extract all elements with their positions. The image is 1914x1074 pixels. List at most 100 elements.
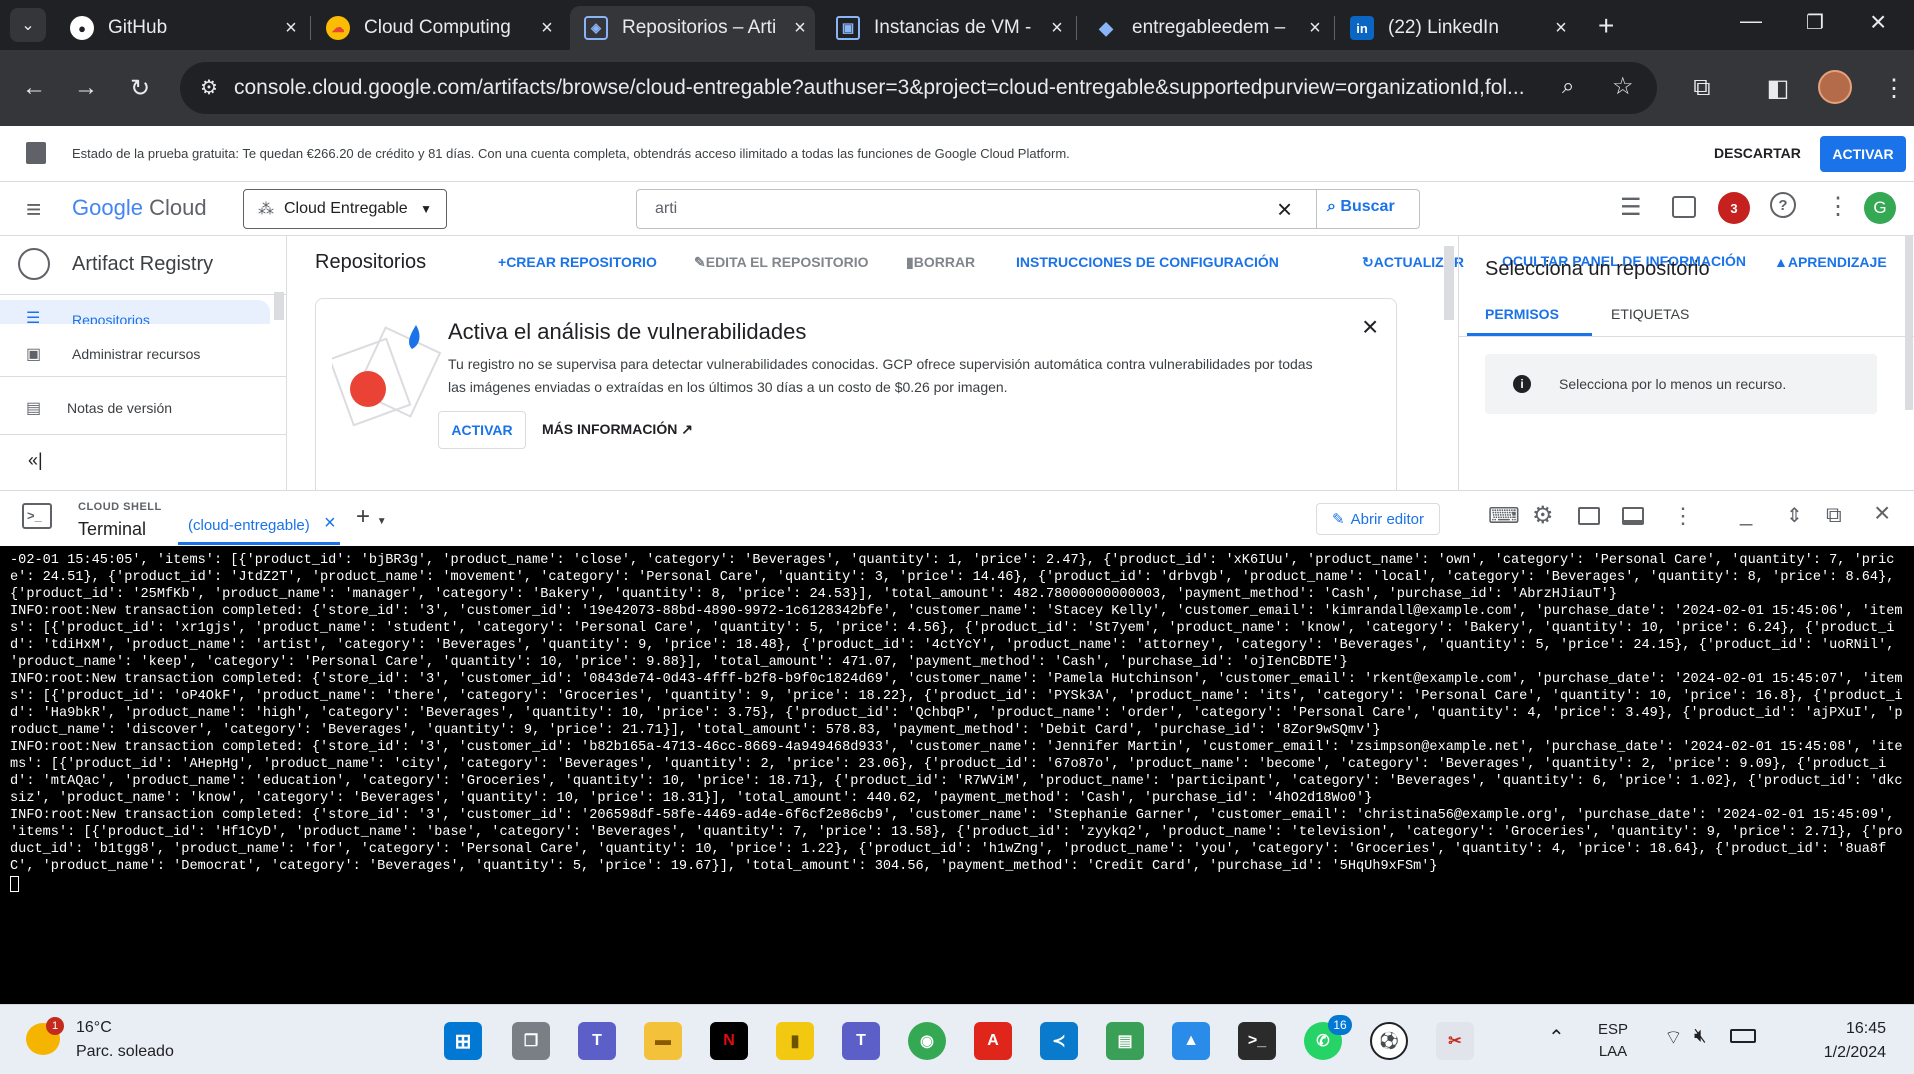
github-icon: ● (70, 16, 94, 40)
show-hidden-icons[interactable]: ⌃ (1548, 1025, 1565, 1050)
notifications-badge[interactable]: 3 (1718, 192, 1750, 224)
close-tab-icon[interactable]: × (1546, 17, 1576, 40)
search-box[interactable]: arti × ⌕ Buscar (636, 189, 1420, 229)
activate-account-button[interactable]: ACTIVAR (1820, 136, 1906, 172)
task-view-icon[interactable]: ❐ (512, 1022, 550, 1060)
sidebar-item-administrar-recursos[interactable]: ▣ Administrar recursos (0, 338, 287, 368)
side-panel-icon[interactable]: ◧ (1758, 68, 1798, 108)
browser-tab-linkedin[interactable]: in (22) LinkedIn × (1336, 6, 1576, 50)
snipping-tool-icon[interactable]: ✂ (1436, 1022, 1474, 1060)
restore-window-icon[interactable]: ❐ (1806, 10, 1824, 35)
nav-scrollbar[interactable] (274, 292, 284, 320)
address-bar[interactable]: ⚙ console.cloud.google.com/artifacts/bro… (180, 62, 1657, 114)
file-explorer-icon[interactable]: ▬ (644, 1022, 682, 1060)
activate-scanning-button[interactable]: ACTIVAR (438, 411, 526, 449)
soccer-app-icon[interactable]: ⚽ (1370, 1022, 1408, 1060)
layout-icon[interactable] (1622, 507, 1644, 525)
chrome-menu-icon[interactable]: ⋮ (1874, 68, 1914, 108)
input-language[interactable]: ESP LAA (1598, 1019, 1628, 1063)
close-tab-icon[interactable]: × (1300, 17, 1330, 40)
web-preview-icon[interactable] (1578, 507, 1600, 525)
info-icon: i (1513, 375, 1531, 393)
tab-permisos[interactable]: PERMISOS (1485, 306, 1559, 322)
browser-tab-entregableedem[interactable]: ◆ entregableedem – × (1080, 6, 1330, 50)
browser-tab-vm-instances[interactable]: ▣ Instancias de VM - × (822, 6, 1072, 50)
browser-tab-cloud-computing[interactable]: ☁ Cloud Computing × (312, 6, 562, 50)
maximize-shell-icon[interactable]: ⇕ (1786, 503, 1803, 528)
teams-chat-icon[interactable]: T (578, 1022, 616, 1060)
zoom-icon[interactable]: ⌕ (1562, 73, 1574, 99)
new-tab-icon[interactable]: + (1598, 10, 1614, 42)
close-shell-icon[interactable]: × (1874, 497, 1890, 529)
bookmark-star-icon[interactable]: ☆ (1612, 72, 1634, 101)
keyboard-icon[interactable]: ⌨ (1488, 503, 1520, 529)
search-input[interactable]: arti (655, 200, 677, 218)
terminal-tab[interactable]: (cloud-entregable) × (178, 509, 340, 545)
notes-icon[interactable]: ☰ (1620, 193, 1642, 222)
project-selector[interactable]: ⁂ Cloud Entregable ▼ (243, 189, 447, 229)
close-tab-icon[interactable]: × (785, 17, 815, 40)
help-icon[interactable]: ? (1770, 192, 1796, 218)
chrome-icon[interactable]: ◉ (908, 1022, 946, 1060)
terminal-app-icon[interactable]: >_ (1238, 1022, 1276, 1060)
clock[interactable]: 16:45 1/2/2024 (1776, 1017, 1886, 1065)
collapse-nav-icon[interactable]: «| (28, 450, 43, 471)
cloud-shell-icon[interactable] (1672, 196, 1696, 218)
delete-button[interactable]: ▮BORRAR (906, 254, 975, 271)
open-new-window-icon[interactable]: ⧉ (1826, 502, 1842, 528)
tab-search-button[interactable]: ⌄ (10, 8, 46, 42)
wifi-icon[interactable]: ⌔ (1664, 1025, 1683, 1050)
weather-desc: Parc. soleado (76, 1043, 174, 1060)
content-scrollbar[interactable] (1444, 246, 1454, 320)
close-window-icon[interactable]: × (1870, 6, 1886, 38)
sidebar-item-notas-de-version[interactable]: ▤ Notas de versión (0, 392, 287, 422)
terminal-output[interactable]: -02-01 15:45:05', 'items': [{'product_id… (0, 546, 1914, 1004)
site-info-icon[interactable]: ⚙ (200, 75, 218, 100)
account-avatar[interactable]: G (1864, 192, 1896, 224)
spreadsheet-app-icon[interactable]: ▤ (1106, 1022, 1144, 1060)
main-menu-icon[interactable]: ≡ (26, 194, 41, 225)
search-button[interactable]: ⌕ Buscar (1327, 198, 1395, 216)
google-cloud-logo[interactable]: Google Cloud (72, 195, 207, 221)
browser-tab-github[interactable]: ● GitHub × (56, 6, 306, 50)
dismiss-trial-button[interactable]: DESCARTAR (1714, 145, 1801, 161)
close-terminal-tab-icon[interactable]: × (324, 512, 336, 535)
browser-tab-artifact-registry[interactable]: ◈ Repositorios – Arti × (570, 6, 815, 50)
trash-icon: ▮ (906, 254, 914, 270)
close-tab-icon[interactable]: × (532, 17, 562, 40)
netflix-icon[interactable]: N (710, 1022, 748, 1060)
reload-icon[interactable]: ↻ (120, 68, 160, 108)
info-panel-scrollbar[interactable] (1905, 236, 1913, 410)
weather-widget[interactable]: 1 16°C Parc. soleado (26, 1017, 216, 1065)
extensions-icon[interactable]: ⧉ (1682, 68, 1722, 108)
profile-avatar[interactable] (1818, 70, 1852, 104)
battery-icon[interactable] (1730, 1029, 1756, 1043)
minimize-window-icon[interactable]: — (1740, 8, 1762, 34)
minimize-shell-icon[interactable]: _ (1740, 501, 1752, 527)
close-tab-icon[interactable]: × (276, 17, 306, 40)
sidebar-item-repositorios[interactable]: ☰ Repositorios (0, 300, 270, 324)
edit-repository-button[interactable]: ✎EDITA EL REPOSITORIO (694, 254, 869, 271)
teams-icon[interactable]: T (842, 1022, 880, 1060)
create-repository-button[interactable]: +CREAR REPOSITORIO (498, 254, 657, 270)
acrobat-icon[interactable]: A (974, 1022, 1012, 1060)
more-options-icon[interactable]: ⋮ (1826, 192, 1850, 221)
back-icon[interactable]: ← (14, 68, 54, 108)
forward-icon[interactable]: → (66, 68, 106, 108)
volume-muted-icon[interactable]: 🔇︎ (1694, 1025, 1707, 1048)
photos-icon[interactable]: ▲ (1172, 1022, 1210, 1060)
shell-more-icon[interactable]: ⋮ (1672, 503, 1694, 529)
add-terminal-tab-icon[interactable]: + ▼ (356, 503, 387, 531)
url-text: console.cloud.google.com/artifacts/brows… (234, 76, 1525, 99)
power-bi-icon[interactable]: ▮ (776, 1022, 814, 1060)
close-tab-icon[interactable]: × (1042, 17, 1072, 40)
open-editor-button[interactable]: ✎ Abrir editor (1316, 503, 1440, 535)
more-info-link[interactable]: MÁS INFORMACIÓN ↗ (542, 421, 693, 438)
settings-icon[interactable]: ⚙ (1532, 501, 1554, 530)
tab-etiquetas[interactable]: ETIQUETAS (1611, 306, 1689, 322)
setup-instructions-button[interactable]: INSTRUCCIONES DE CONFIGURACIÓN (1016, 254, 1279, 270)
close-card-icon[interactable]: × (1362, 311, 1378, 343)
clear-search-icon[interactable]: × (1277, 194, 1292, 225)
vscode-icon[interactable]: ≺ (1040, 1022, 1078, 1060)
start-menu-icon[interactable]: ⊞ (444, 1022, 482, 1060)
